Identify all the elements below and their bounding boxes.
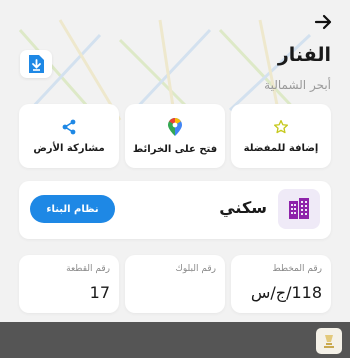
bottom-app-button[interactable]	[316, 328, 342, 354]
usage-icon-box	[278, 189, 320, 229]
open-in-maps-label: فتح على الخرائط	[132, 143, 218, 155]
plot-number-card: رقم القطعة 17	[19, 255, 119, 313]
block-number-card: رقم البلوك	[125, 255, 225, 313]
share-land-label: مشاركة الأرض	[33, 142, 105, 154]
map-pin-icon	[168, 117, 182, 136]
page-subtitle: أبحر الشمالية	[264, 78, 331, 92]
plan-number-label: رقم المخطط	[272, 264, 322, 274]
screen: الفنار أبحر الشمالية إضافة للمفضلة فتح ع…	[0, 0, 350, 358]
page-title: الفنار	[277, 44, 331, 66]
add-to-favorites-button[interactable]: إضافة للمفضلة	[231, 104, 331, 168]
building-icon	[289, 198, 309, 219]
action-cards: إضافة للمفضلة فتح على الخرائط مشاركة الأ…	[19, 104, 331, 168]
land-usage-card: سكني نظام البناء	[19, 181, 331, 239]
open-in-maps-button[interactable]: فتح على الخرائط	[125, 104, 225, 168]
star-icon	[274, 119, 288, 133]
lamp-icon	[324, 335, 334, 348]
land-info-row: رقم المخطط 118/ج/س رقم البلوك رقم القطعة…	[19, 255, 331, 313]
share-land-button[interactable]: مشاركة الأرض	[19, 104, 119, 168]
bottom-bar	[0, 322, 350, 358]
download-file-icon	[29, 55, 44, 73]
add-to-favorites-label: إضافة للمفضلة	[243, 142, 319, 154]
plot-number-label: رقم القطعة	[66, 264, 110, 274]
plan-number-value: 118/ج/س	[250, 283, 322, 302]
land-usage-value: سكني	[219, 198, 267, 217]
building-system-button[interactable]: نظام البناء	[30, 195, 115, 223]
share-icon	[62, 119, 76, 134]
plot-number-value: 17	[89, 283, 110, 302]
back-arrow-icon[interactable]	[314, 13, 332, 31]
plan-number-card: رقم المخطط 118/ج/س	[231, 255, 331, 313]
block-number-label: رقم البلوك	[175, 264, 216, 274]
download-button[interactable]	[20, 50, 52, 78]
